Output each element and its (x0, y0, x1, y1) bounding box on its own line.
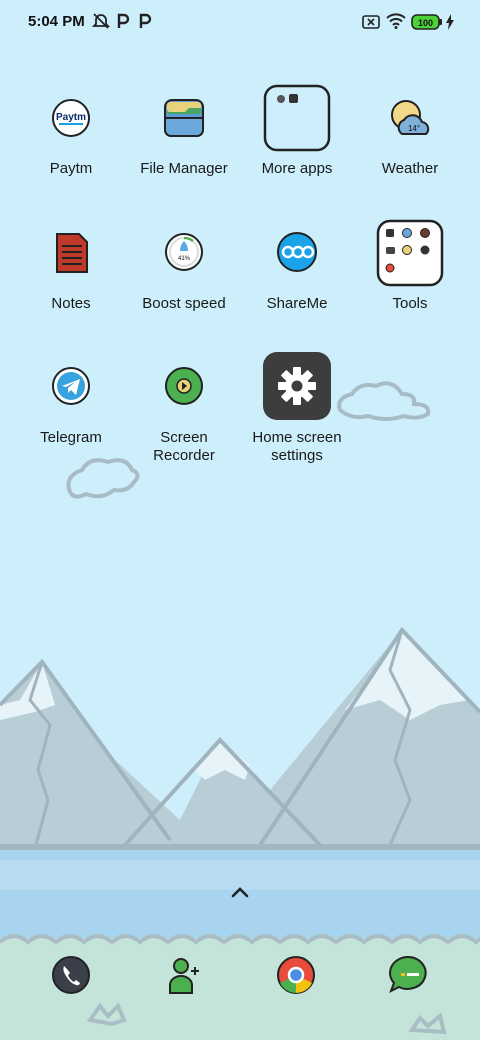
app-label: ShareMe (266, 295, 328, 312)
chevron-up-icon[interactable] (228, 884, 252, 900)
gear-icon (263, 352, 331, 420)
paytm-icon: Paytm (52, 99, 90, 137)
messages-icon[interactable] (387, 953, 431, 997)
app-shareme[interactable]: ShareMe (237, 217, 357, 313)
weather-icon: 14° (391, 100, 430, 135)
shareme-icon (277, 232, 317, 272)
app-label: Home screen settings (252, 429, 342, 464)
app-home-screen-settings[interactable]: Home screen settings (237, 351, 357, 465)
app-label: Boost speed (142, 295, 226, 312)
alarm-off-icon (92, 13, 110, 29)
app-notes[interactable]: Notes (11, 217, 131, 313)
chrome-icon[interactable] (274, 953, 318, 997)
folder-icon (164, 99, 204, 137)
app-label: Tools (392, 295, 428, 312)
paytm-p-icon (139, 13, 152, 28)
tools-folder-icon (376, 219, 444, 287)
folder-more-apps[interactable]: More apps (237, 82, 357, 178)
battery-icon: 100 (411, 14, 442, 30)
wifi-icon (386, 13, 406, 29)
app-file-manager[interactable]: File Manager (124, 82, 244, 178)
paytm-logo-text: Paytm (56, 112, 86, 123)
boost-speed-icon: 41% (165, 233, 203, 271)
app-weather[interactable]: 14° Weather (350, 82, 470, 178)
app-label: File Manager (140, 160, 228, 177)
battery-level: 100 (418, 18, 433, 28)
app-label: More apps (261, 160, 333, 177)
no-sim-icon (362, 15, 380, 29)
charging-icon (446, 14, 454, 30)
notes-icon (56, 233, 88, 273)
status-bar: 5:04 PM 100 (0, 0, 480, 44)
app-label: Notes (51, 295, 91, 312)
phone-icon[interactable] (49, 953, 93, 997)
app-label: Weather (381, 160, 439, 177)
contacts-icon[interactable] (161, 953, 205, 997)
more-apps-folder-icon (263, 84, 331, 152)
paytm-p-icon (117, 13, 130, 28)
boost-percent: 41% (178, 256, 191, 262)
telegram-icon (52, 367, 90, 405)
app-label: Telegram (40, 429, 102, 446)
app-label: Paytm (49, 160, 93, 177)
screen-recorder-icon (165, 367, 203, 405)
status-time: 5:04 PM (28, 13, 85, 30)
app-telegram[interactable]: Telegram (11, 351, 131, 447)
folder-tools[interactable]: Tools (350, 217, 470, 313)
app-screen-recorder[interactable]: Screen Recorder (124, 351, 244, 465)
app-boost-speed[interactable]: 41% Boost speed (124, 217, 244, 313)
app-paytm[interactable]: Paytm Paytm (11, 82, 131, 178)
weather-temp: 14° (408, 124, 420, 133)
app-label: Screen Recorder (153, 429, 215, 464)
